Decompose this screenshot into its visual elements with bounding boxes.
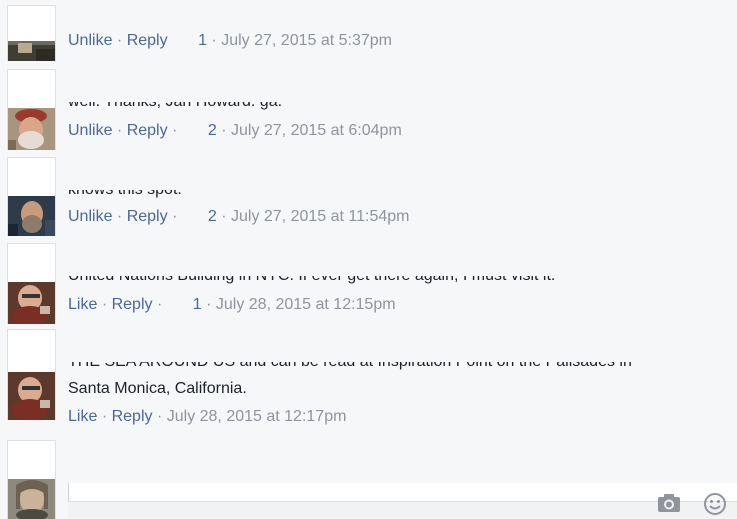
comment-text: well. Thanks, Jan Howard. ga. bbox=[68, 102, 282, 110]
separator: · bbox=[221, 208, 227, 225]
comment-actions: Like · Reply · 1 · July 28, 2015 at 12:1… bbox=[68, 296, 396, 314]
like-count[interactable]: 1 bbox=[193, 296, 202, 313]
avatar-frame[interactable] bbox=[7, 329, 56, 420]
separator: · bbox=[101, 408, 108, 425]
timestamp[interactable]: July 28, 2015 at 12:15pm bbox=[216, 296, 396, 313]
comment-item: well. Thanks, Jan Howard. ga. Unlike · R… bbox=[0, 68, 737, 156]
reply-link[interactable]: Reply bbox=[127, 32, 168, 49]
timestamp[interactable]: July 27, 2015 at 5:37pm bbox=[221, 32, 392, 49]
comment-text-continued: Santa Monica, California. bbox=[68, 380, 247, 397]
like-count[interactable]: 2 bbox=[208, 208, 217, 225]
avatar bbox=[8, 196, 55, 236]
separator: · bbox=[101, 296, 108, 313]
avatar bbox=[8, 282, 55, 324]
separator: · bbox=[221, 122, 227, 139]
smiley-icon[interactable] bbox=[703, 492, 727, 516]
like-count[interactable]: 1 bbox=[198, 32, 207, 49]
unlike-link[interactable]: Unlike bbox=[68, 32, 112, 49]
comment-composer bbox=[0, 440, 737, 519]
comment-actions: Unlike · Reply · 2 · July 27, 2015 at 11… bbox=[68, 208, 409, 226]
like-link[interactable]: Like bbox=[68, 408, 97, 425]
avatar bbox=[8, 41, 55, 61]
avatar-frame bbox=[7, 440, 56, 519]
composer-toolbar bbox=[68, 493, 737, 518]
reply-link[interactable]: Reply bbox=[112, 296, 153, 313]
timestamp[interactable]: July 28, 2015 at 12:17pm bbox=[167, 408, 347, 425]
avatar bbox=[8, 479, 55, 519]
comment-item: United Nations Building in NYC. If ever … bbox=[0, 242, 737, 328]
like-link[interactable]: Like bbox=[68, 296, 97, 313]
avatar-frame[interactable] bbox=[7, 69, 56, 150]
unlike-link[interactable]: Unlike bbox=[68, 122, 112, 139]
comment-input[interactable] bbox=[68, 483, 737, 502]
separator: · bbox=[172, 122, 178, 139]
unlike-link[interactable]: Unlike bbox=[68, 208, 112, 225]
separator: · bbox=[211, 32, 217, 49]
separator: · bbox=[116, 32, 123, 49]
comment-item: knows this spot. Unlike · Reply · 2 · Ju… bbox=[0, 156, 737, 242]
comment-actions: Like · Reply · July 28, 2015 at 12:17pm bbox=[68, 408, 346, 426]
comment-text: knows this spot. bbox=[68, 190, 182, 198]
comment-item: Unlike · Reply 1 · July 27, 2015 at 5:37… bbox=[0, 0, 737, 68]
timestamp[interactable]: July 27, 2015 at 11:54pm bbox=[231, 208, 410, 225]
separator: · bbox=[116, 122, 123, 139]
avatar-frame[interactable] bbox=[7, 5, 56, 61]
reply-link[interactable]: Reply bbox=[127, 208, 168, 225]
avatar-frame[interactable] bbox=[7, 243, 56, 324]
comment-text: THE SEA AROUND US and can be read at Ins… bbox=[68, 362, 737, 370]
avatar bbox=[8, 108, 55, 150]
separator: · bbox=[156, 408, 163, 425]
separator: · bbox=[116, 208, 123, 225]
reply-link[interactable]: Reply bbox=[112, 408, 153, 425]
avatar-frame[interactable] bbox=[7, 157, 56, 236]
timestamp[interactable]: July 27, 2015 at 6:04pm bbox=[231, 122, 402, 139]
avatar bbox=[8, 372, 55, 420]
comment-actions: Unlike · Reply 1 · July 27, 2015 at 5:37… bbox=[68, 32, 392, 52]
like-count[interactable]: 2 bbox=[208, 122, 217, 139]
separator: · bbox=[206, 296, 212, 313]
comment-text: United Nations Building in NYC. If ever … bbox=[68, 276, 555, 284]
comment-item: THE SEA AROUND US and can be read at Ins… bbox=[0, 328, 737, 436]
separator: · bbox=[172, 208, 178, 225]
camera-icon[interactable] bbox=[657, 493, 681, 513]
comment-actions: Unlike · Reply · 2 · July 27, 2015 at 6:… bbox=[68, 122, 402, 140]
separator: · bbox=[156, 296, 163, 313]
reply-link[interactable]: Reply bbox=[127, 122, 168, 139]
